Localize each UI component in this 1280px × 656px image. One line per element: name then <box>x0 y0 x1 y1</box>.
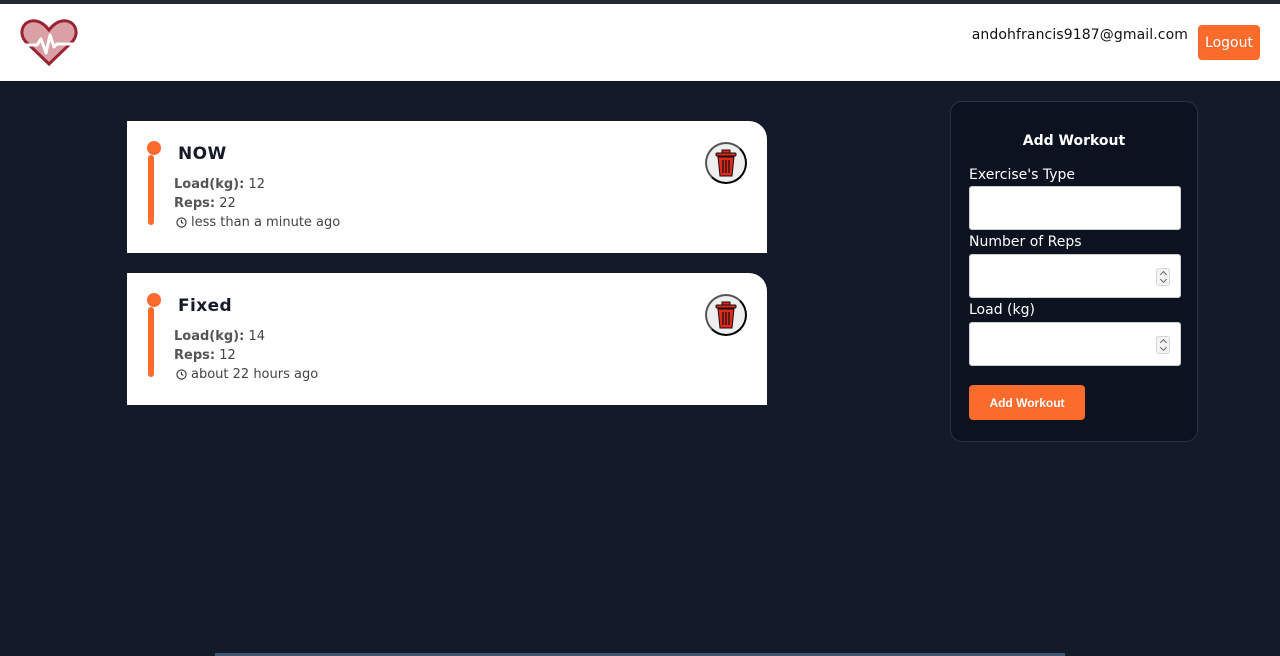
load-value: 14 <box>248 329 266 344</box>
delete-button[interactable] <box>705 294 747 336</box>
clock-icon <box>176 369 187 380</box>
load-label: Load (kg) <box>969 302 1035 318</box>
delete-button[interactable] <box>705 142 747 184</box>
load-value: 12 <box>248 177 266 192</box>
load-line: Load(kg): 12 <box>174 177 265 192</box>
load-line: Load(kg): 14 <box>174 329 265 344</box>
timeline-dot <box>147 293 161 307</box>
logout-button[interactable]: Logout <box>1198 25 1260 60</box>
reps-input[interactable] <box>969 254 1181 298</box>
load-label: Load(kg): <box>174 177 245 192</box>
exercise-type-label: Exercise's Type <box>969 167 1076 183</box>
header: andohfrancis9187@gmail.com Logout <box>0 4 1280 81</box>
timeline-dot <box>147 141 161 155</box>
reps-line: Reps: 22 <box>174 196 236 211</box>
reps-label: Reps: <box>174 348 216 363</box>
time-ago: about 22 hours ago <box>191 367 319 382</box>
load-label: Load(kg): <box>174 329 245 344</box>
timeline-bar <box>148 307 154 377</box>
time-line: less than a minute ago <box>174 215 340 230</box>
heart-pulse-icon[interactable] <box>19 19 79 67</box>
add-workout-form: Add Workout Exercise's Type Number of Re… <box>950 101 1198 442</box>
reps-label: Number of Reps <box>969 234 1082 250</box>
time-line: about 22 hours ago <box>174 367 318 382</box>
reps-value: 12 <box>219 348 236 363</box>
trash-icon <box>715 149 737 177</box>
load-input[interactable] <box>969 322 1181 366</box>
reps-line: Reps: 12 <box>174 348 236 363</box>
reps-value: 22 <box>219 196 236 211</box>
load-stepper[interactable] <box>1156 336 1170 354</box>
form-title: Add Workout <box>1022 133 1126 149</box>
add-workout-button[interactable]: Add Workout <box>969 385 1085 420</box>
reps-stepper[interactable] <box>1156 268 1170 286</box>
workout-title: NOW <box>178 144 227 164</box>
timeline-bar <box>148 155 154 225</box>
reps-label: Reps: <box>174 196 216 211</box>
workout-card: Fixed Load(kg): 14 Reps: 12 about 22 hou… <box>127 273 767 405</box>
clock-icon <box>176 217 187 228</box>
workout-title: Fixed <box>178 296 233 316</box>
time-ago: less than a minute ago <box>191 215 341 230</box>
workout-card: NOW Load(kg): 12 Reps: 22 less than a mi… <box>127 121 767 253</box>
trash-icon <box>715 301 737 329</box>
user-email: andohfrancis9187@gmail.com <box>971 27 1188 43</box>
exercise-type-input[interactable] <box>969 186 1181 230</box>
